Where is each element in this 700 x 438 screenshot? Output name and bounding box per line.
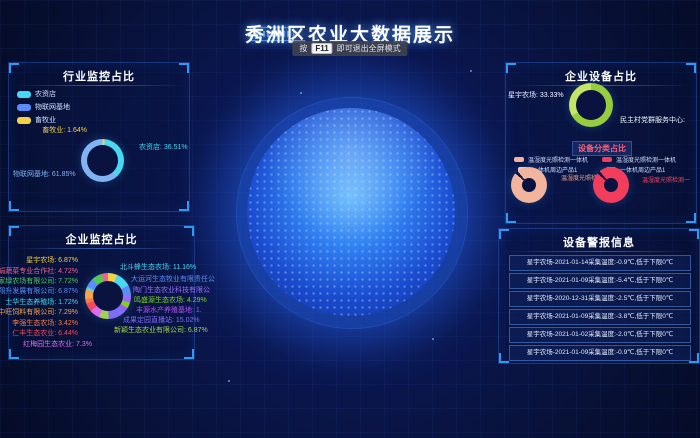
hint-prefix: 按 bbox=[299, 43, 307, 54]
chart-callout: 鸣盛源生态农场: 4.29% bbox=[134, 295, 207, 305]
legend-label: 温湿度光照检测一体机 bbox=[528, 155, 588, 164]
alarm-row: 星宇农场-2021-01-09采集温度:-5.4℃,低于下限0℃ bbox=[509, 273, 691, 289]
legend-swatch bbox=[17, 91, 31, 98]
chart-callout: 家绿农场有限公司: 7.72% bbox=[0, 276, 78, 286]
legend-swatch bbox=[17, 117, 31, 124]
decor-dot bbox=[300, 92, 302, 94]
chart-callout: 大运河生态牧业有限责任公 bbox=[131, 274, 215, 284]
chart-callout: 农资店: 36.51% bbox=[139, 142, 188, 152]
chart-callout: 北斗蜂生态农场: 11.16% bbox=[120, 262, 196, 272]
chart-callout: 新颖生态农业有限公司: 6.87% bbox=[114, 325, 208, 335]
legend-swatch bbox=[17, 104, 31, 111]
chart-callout: 陶门生态农业科技有限公 bbox=[133, 285, 210, 295]
divider bbox=[13, 248, 190, 249]
panel-enterprise-monitor-ratio: 企业监控占比 星宇农场: 6.87% 彩娟蔬菜专业合作社: 4.72% 家绿农场… bbox=[8, 225, 195, 360]
chart-callout: 畜牧业: 1.64% bbox=[23, 125, 87, 135]
decor-dot bbox=[432, 338, 434, 340]
legend-swatch bbox=[602, 157, 612, 162]
chart-callout: 红梅园生态农业: 7.3% bbox=[23, 339, 92, 349]
chart-callout: 士华生态养殖场: 1.72% bbox=[5, 297, 78, 307]
chart-callout: 仁丰生态农业: 6.44% bbox=[12, 328, 78, 338]
chart-callout: 星宇农场: 33.33% bbox=[508, 90, 562, 100]
donut-hole bbox=[522, 178, 536, 192]
globe bbox=[247, 108, 455, 316]
dashboard: 秀洲区农业大数据展示 按 F11 即可退出全屏模式 行业监控占比 农资店 物联网… bbox=[0, 0, 700, 438]
legend-item[interactable]: 温湿度光照检测一体机 bbox=[602, 155, 676, 164]
legend-label: 农资店 bbox=[35, 89, 56, 99]
device-category-title: 设备分类占比 bbox=[572, 141, 632, 156]
decor-dot bbox=[470, 70, 472, 72]
hint-suffix: 即可退出全屏模式 bbox=[337, 43, 401, 54]
legend-item[interactable]: 农资店 bbox=[17, 89, 56, 99]
f11-key-badge: F11 bbox=[311, 43, 332, 54]
chart-callout: 物联网基地: 61.85% bbox=[13, 169, 75, 179]
legend-item[interactable]: 温湿度光照检测一体机 bbox=[514, 155, 588, 164]
legend-label: 畜牧业 bbox=[35, 115, 56, 125]
donut-hole bbox=[93, 281, 123, 311]
enterprise-monitor-donut-chart[interactable] bbox=[85, 273, 131, 319]
chart-callout: 星宇农场: 6.87% bbox=[26, 255, 78, 265]
panel-device-alarms: 设备警报信息 星宇农场-2021-01-14采集温度:-0.9℃,低于下限0℃ … bbox=[498, 228, 700, 364]
device-category-right-donut-chart[interactable] bbox=[593, 167, 629, 203]
alarm-row: 星宇农场-2020-12-31采集温度:-2.5℃,低于下限0℃ bbox=[509, 291, 691, 307]
panel-enterprise-device-ratio: 企业设备占比 星宇农场: 33.33% 民主村党群服务中心: 设备分类占比 温湿… bbox=[505, 62, 697, 224]
legend-swatch bbox=[514, 157, 524, 162]
fullscreen-hint: 按 F11 即可退出全屏模式 bbox=[292, 41, 407, 56]
chart-callout: 翔升发展有限公司: 6.87% bbox=[0, 286, 78, 296]
donut-hole bbox=[604, 178, 618, 192]
chart-callout: 彩娟蔬菜专业合作社: 4.72% bbox=[0, 266, 78, 276]
legend-label: 物联网基地 bbox=[35, 102, 70, 112]
chart-callout: 李强生态农场: 3.42% bbox=[12, 318, 78, 328]
chart-callout: 温湿度光照检测一 bbox=[642, 175, 690, 184]
device-category-left-donut-chart[interactable] bbox=[511, 167, 547, 203]
chart-callout: 丰源水产养殖基地: 1. bbox=[136, 305, 202, 315]
alarm-row: 星宇农场-2021-01-09采集温度:-0.9℃,低于下限0℃ bbox=[509, 345, 691, 361]
panel-title: 行业监控占比 bbox=[9, 68, 189, 84]
enterprise-device-donut-chart[interactable] bbox=[569, 83, 613, 127]
panel-industry-ratio: 行业监控占比 农资店 物联网基地 畜牧业 畜牧业: 1.64% 农资店: 36.… bbox=[8, 62, 190, 212]
decor-dot bbox=[228, 380, 230, 382]
chart-callout: 中旺饲料有限公司: 7.29% bbox=[0, 307, 78, 317]
industry-donut-chart[interactable] bbox=[81, 139, 124, 182]
legend-item[interactable]: 物联网基地 bbox=[17, 102, 70, 112]
donut-hole bbox=[87, 145, 118, 176]
divider bbox=[503, 251, 695, 252]
alarm-row: 星宇农场-2021-01-02采集温度:-2.0℃,低于下限0℃ bbox=[509, 327, 691, 343]
legend-label: 一体机周边产品1 bbox=[620, 165, 665, 174]
panel-title: 企业监控占比 bbox=[9, 231, 194, 247]
panel-title: 企业设备占比 bbox=[506, 68, 696, 84]
chart-callout: 民主村党群服务中心: bbox=[620, 115, 685, 125]
alarm-row: 星宇农场-2021-01-14采集温度:-0.9℃,低于下限0℃ bbox=[509, 255, 691, 271]
legend-item[interactable]: 畜牧业 bbox=[17, 115, 56, 125]
chart-callout: 成果定园直播站: 15.02% bbox=[123, 315, 200, 325]
alarm-row: 星宇农场-2021-01-09采集温度:-3.8℃,低于下限0℃ bbox=[509, 309, 691, 325]
divider bbox=[13, 85, 185, 86]
legend-label: 温湿度光照检测一体机 bbox=[616, 155, 676, 164]
panel-title: 设备警报信息 bbox=[499, 234, 699, 250]
donut-hole bbox=[576, 90, 606, 120]
